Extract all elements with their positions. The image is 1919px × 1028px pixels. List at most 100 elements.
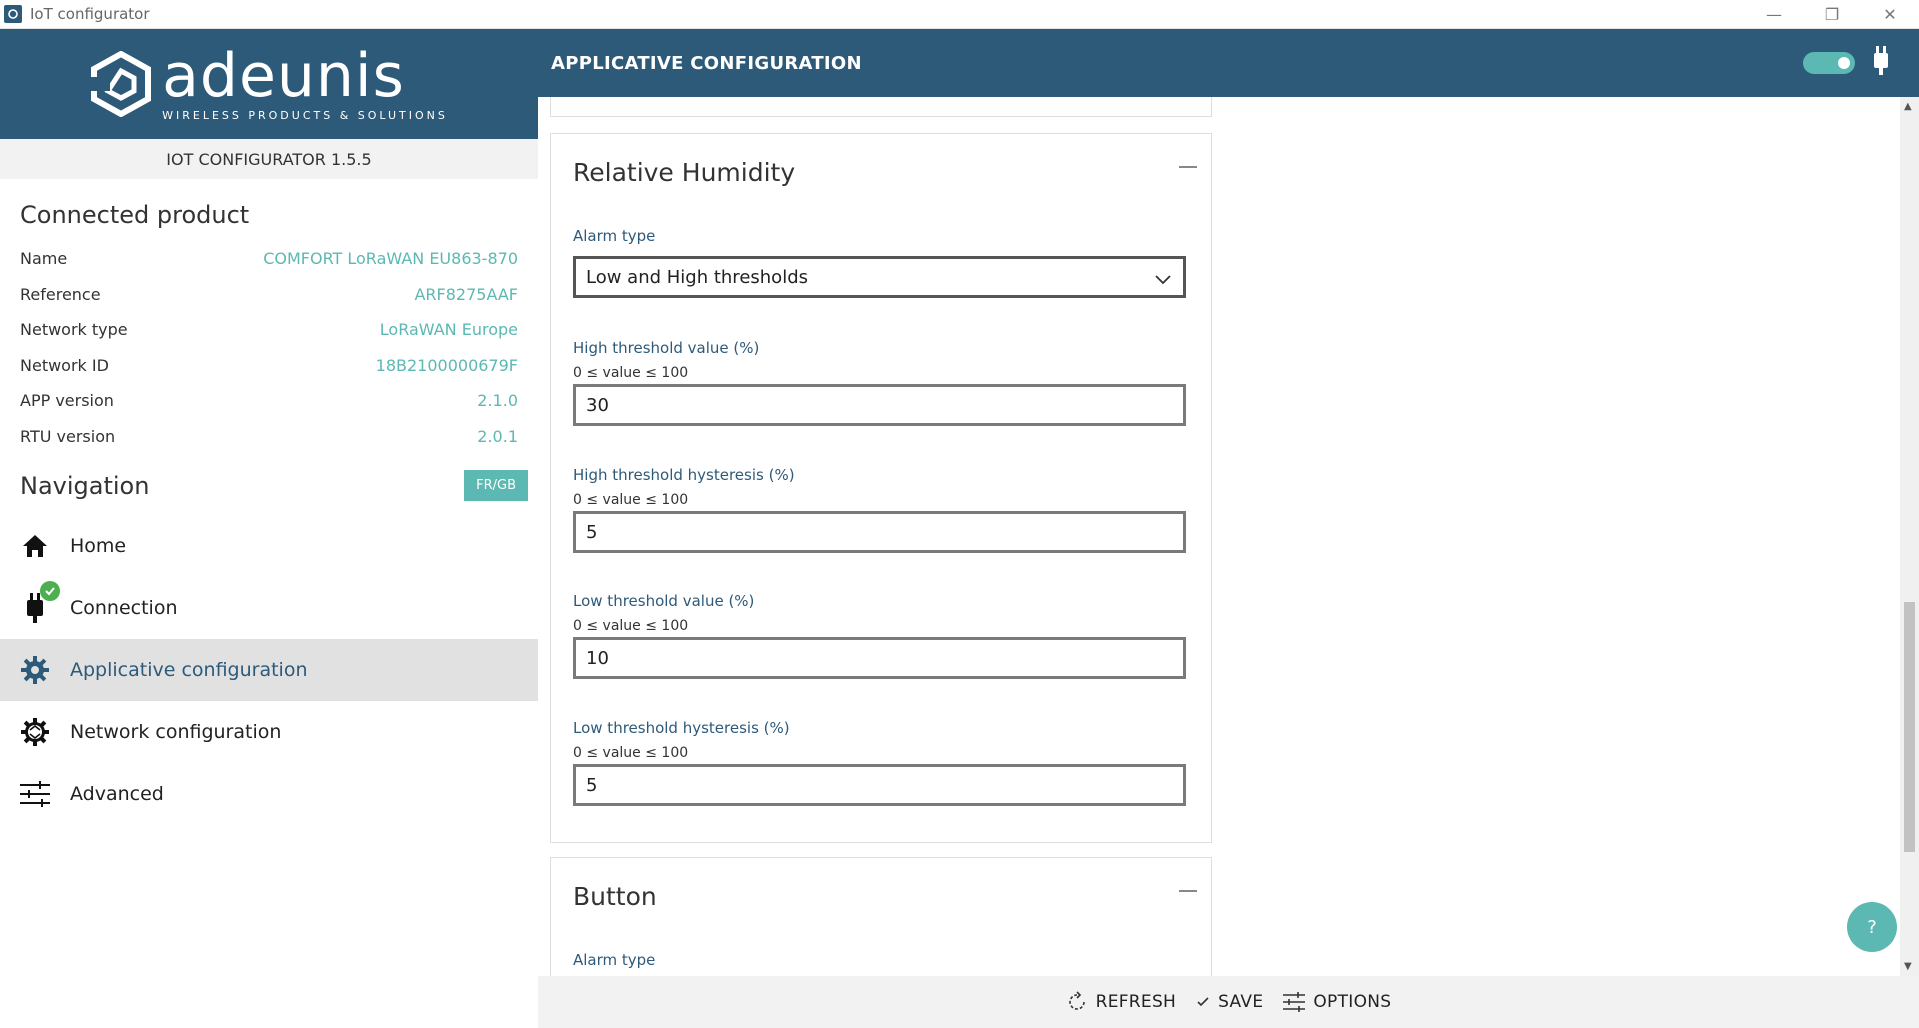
high-threshold-hysteresis-label: High threshold hysteresis (%) xyxy=(573,466,795,484)
close-icon: ✕ xyxy=(1883,5,1897,24)
info-row-rtu-version: RTU version 2.0.1 xyxy=(0,419,538,455)
page-header: APPLICATIVE CONFIGURATION xyxy=(538,29,1919,97)
main-content: Relative Humidity Alarm type Low and Hig… xyxy=(538,97,1900,976)
low-threshold-value-hint: 0 ≤ value ≤ 100 xyxy=(573,618,689,634)
alarm-type-label: Alarm type xyxy=(573,227,656,245)
save-label: SAVE xyxy=(1218,992,1264,1012)
help-button[interactable]: ? xyxy=(1847,902,1897,952)
navigation-title: Navigation xyxy=(20,471,150,500)
info-row-network-id: Network ID 18B2100000679F xyxy=(0,348,538,384)
relative-humidity-card: Relative Humidity Alarm type Low and Hig… xyxy=(550,133,1212,843)
button-card: Button Alarm type xyxy=(550,857,1212,976)
alarm-type-value: Low and High thresholds xyxy=(586,266,808,288)
refresh-icon xyxy=(1066,991,1088,1013)
help-icon: ? xyxy=(1867,916,1877,938)
alarm-type-label: Alarm type xyxy=(573,951,656,969)
home-icon xyxy=(20,531,50,561)
refresh-button[interactable]: REFRESH xyxy=(1066,991,1177,1013)
alarm-type-select[interactable]: Low and High thresholds xyxy=(573,256,1186,298)
info-value: 18B2100000679F xyxy=(375,355,518,375)
info-key: RTU version xyxy=(20,426,116,446)
info-key: Network type xyxy=(20,320,128,340)
low-threshold-hysteresis-input[interactable]: 5 xyxy=(573,764,1186,806)
minimize-button[interactable]: — xyxy=(1745,0,1803,29)
options-button[interactable]: OPTIONS xyxy=(1283,992,1391,1012)
connection-plug-icon xyxy=(1873,46,1889,80)
high-threshold-value-input[interactable]: 30 xyxy=(573,384,1186,426)
adeunis-logo-icon xyxy=(90,51,152,117)
info-value: COMFORT LoRaWAN EU863-870 xyxy=(263,249,518,269)
main-scrollbar[interactable]: ▲ ▼ xyxy=(1900,97,1919,976)
previous-section-card xyxy=(550,97,1212,117)
info-row-name: Name COMFORT LoRaWAN EU863-870 xyxy=(0,241,538,277)
brand-tagline: WIRELESS PRODUCTS & SOLUTIONS xyxy=(162,108,448,122)
app-version: IOT CONFIGURATOR 1.5.5 xyxy=(0,139,538,179)
info-key: Name xyxy=(20,249,68,269)
sliders-icon xyxy=(1283,992,1306,1012)
input-value: 5 xyxy=(586,774,598,796)
bottom-action-bar: REFRESH SAVE OPTIONS xyxy=(538,976,1919,1028)
nav-label: Connection xyxy=(70,597,178,619)
scroll-down-icon[interactable]: ▼ xyxy=(1904,961,1912,972)
network-gear-icon xyxy=(20,717,50,747)
info-value: LoRaWAN Europe xyxy=(379,320,518,340)
navigation-header: Navigation FR/GB xyxy=(0,470,538,501)
info-row-app-version: APP version 2.1.0 xyxy=(0,383,538,419)
brand-logo: adeunis WIRELESS PRODUCTS & SOLUTIONS xyxy=(0,29,538,139)
info-key: APP version xyxy=(20,391,114,411)
nav-label: Applicative configuration xyxy=(70,659,308,681)
collapse-icon[interactable] xyxy=(1179,166,1197,168)
navigation-list: Home Connection Applicative configuratio… xyxy=(0,515,538,825)
info-value: 2.1.0 xyxy=(477,391,518,411)
window-titlebar: IoT configurator — ❐ ✕ xyxy=(0,0,1919,29)
high-threshold-value-hint: 0 ≤ value ≤ 100 xyxy=(573,365,689,381)
connected-check-icon xyxy=(40,581,60,601)
info-value: ARF8275AAF xyxy=(414,284,518,304)
input-value: 5 xyxy=(586,521,598,543)
refresh-label: REFRESH xyxy=(1095,992,1177,1012)
product-info-list: Name COMFORT LoRaWAN EU863-870 Reference A… xyxy=(0,241,538,454)
collapse-icon[interactable] xyxy=(1179,890,1197,892)
mode-toggle-switch[interactable] xyxy=(1803,52,1855,74)
nav-label: Network configuration xyxy=(70,721,282,743)
high-threshold-hysteresis-hint: 0 ≤ value ≤ 100 xyxy=(573,492,689,508)
nav-item-network-configuration[interactable]: Network configuration xyxy=(0,701,538,763)
info-row-network-type: Network type LoRaWAN Europe xyxy=(0,312,538,348)
low-threshold-hysteresis-label: Low threshold hysteresis (%) xyxy=(573,719,790,737)
restore-button[interactable]: ❐ xyxy=(1803,0,1861,29)
high-threshold-value-label: High threshold value (%) xyxy=(573,339,760,357)
nav-label: Advanced xyxy=(70,783,164,805)
nav-item-connection[interactable]: Connection xyxy=(0,577,538,639)
input-value: 30 xyxy=(586,394,609,416)
nav-item-advanced[interactable]: Advanced xyxy=(0,763,538,825)
low-threshold-hysteresis-hint: 0 ≤ value ≤ 100 xyxy=(573,745,689,761)
save-button[interactable]: SAVE xyxy=(1196,992,1263,1012)
options-label: OPTIONS xyxy=(1313,992,1392,1012)
info-key: Network ID xyxy=(20,355,109,375)
low-threshold-value-label: Low threshold value (%) xyxy=(573,592,755,610)
low-threshold-value-input[interactable]: 10 xyxy=(573,637,1186,679)
sliders-icon xyxy=(20,779,50,809)
connected-product-title: Connected product xyxy=(20,201,250,229)
input-value: 10 xyxy=(586,647,609,669)
scrollbar-thumb[interactable] xyxy=(1904,602,1915,852)
minimize-icon: — xyxy=(1766,5,1782,24)
chevron-down-icon xyxy=(1155,269,1171,290)
language-toggle-button[interactable]: FR/GB xyxy=(464,470,528,501)
app-icon xyxy=(4,5,22,23)
scroll-up-icon[interactable]: ▲ xyxy=(1904,101,1912,112)
high-threshold-hysteresis-input[interactable]: 5 xyxy=(573,511,1186,553)
info-key: Reference xyxy=(20,284,101,304)
window-title: IoT configurator xyxy=(30,5,150,23)
close-button[interactable]: ✕ xyxy=(1861,0,1919,29)
sidebar: adeunis WIRELESS PRODUCTS & SOLUTIONS IO… xyxy=(0,29,538,1028)
gear-icon xyxy=(20,655,50,685)
card-title: Relative Humidity xyxy=(573,158,796,187)
info-value: 2.0.1 xyxy=(477,426,518,446)
page-title: APPLICATIVE CONFIGURATION xyxy=(551,52,862,74)
nav-label: Home xyxy=(70,535,127,557)
nav-item-home[interactable]: Home xyxy=(0,515,538,577)
card-title: Button xyxy=(573,882,657,911)
nav-item-applicative-configuration[interactable]: Applicative configuration xyxy=(0,639,538,701)
brand-wordmark: adeunis xyxy=(162,40,405,111)
